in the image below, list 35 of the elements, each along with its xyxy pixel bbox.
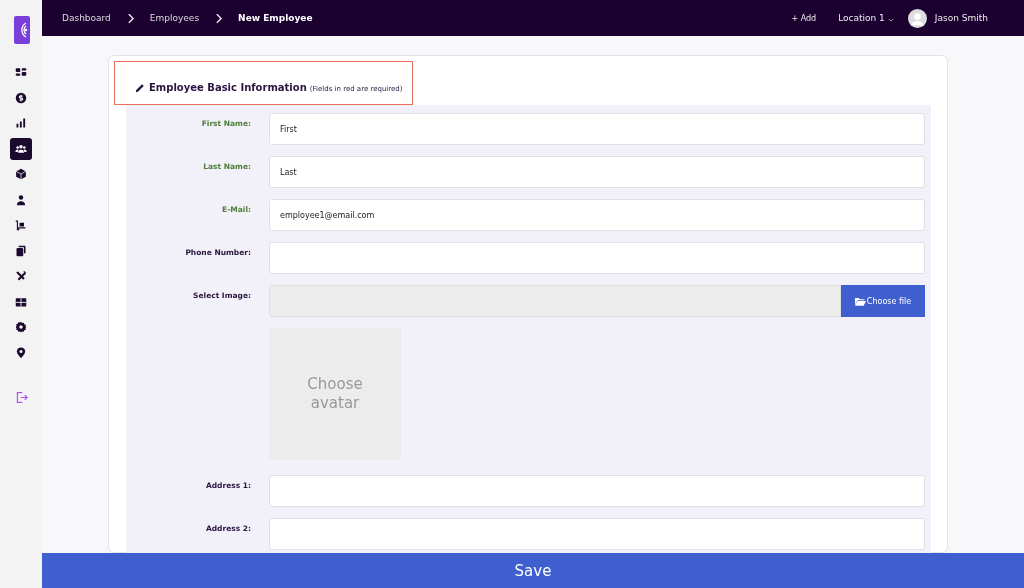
pencil-icon xyxy=(135,82,145,93)
choose-file-button[interactable]: Choose file xyxy=(841,285,925,317)
dollar-icon xyxy=(15,91,27,104)
caret-icon xyxy=(887,17,894,22)
people-icon xyxy=(15,142,27,155)
settings-icon xyxy=(15,321,27,333)
clipboard-icon xyxy=(15,244,27,257)
sidebar-item-active[interactable] xyxy=(10,137,32,160)
dashboard-icon xyxy=(15,66,27,78)
input-field[interactable]: First xyxy=(269,113,925,145)
person-icon xyxy=(15,193,27,206)
chevron-right-icon xyxy=(126,12,134,24)
cart-icon xyxy=(15,219,27,231)
avatar-icon xyxy=(907,8,927,28)
location-dropdown[interactable]: Location 1 xyxy=(838,13,894,23)
input-field[interactable] xyxy=(269,475,925,507)
folder-icon xyxy=(854,296,866,306)
file-path-field[interactable] xyxy=(269,285,841,317)
location-pin-icon xyxy=(15,346,27,359)
box-icon xyxy=(15,168,27,180)
breadcrumb-link[interactable]: Dashboard xyxy=(62,13,111,23)
user-name[interactable]: Jason Smith xyxy=(934,13,988,23)
add-link[interactable]: + Add xyxy=(791,13,817,23)
save-button[interactable]: Save xyxy=(42,553,1024,588)
input-field[interactable] xyxy=(269,242,925,274)
logout-icon[interactable] xyxy=(14,390,28,404)
input-field[interactable]: Last xyxy=(269,156,925,188)
bar-chart-icon xyxy=(15,117,27,129)
section-title: Employee Basic Information xyxy=(149,82,307,93)
breadcrumb-link[interactable]: Employees xyxy=(149,13,200,23)
input-field[interactable] xyxy=(269,518,925,550)
input-field[interactable]: employee1@email.com xyxy=(269,199,925,231)
logo-icon xyxy=(14,16,30,44)
breadcrumb-link[interactable]: New Employee xyxy=(238,13,313,23)
chevron-right-icon xyxy=(215,12,223,24)
